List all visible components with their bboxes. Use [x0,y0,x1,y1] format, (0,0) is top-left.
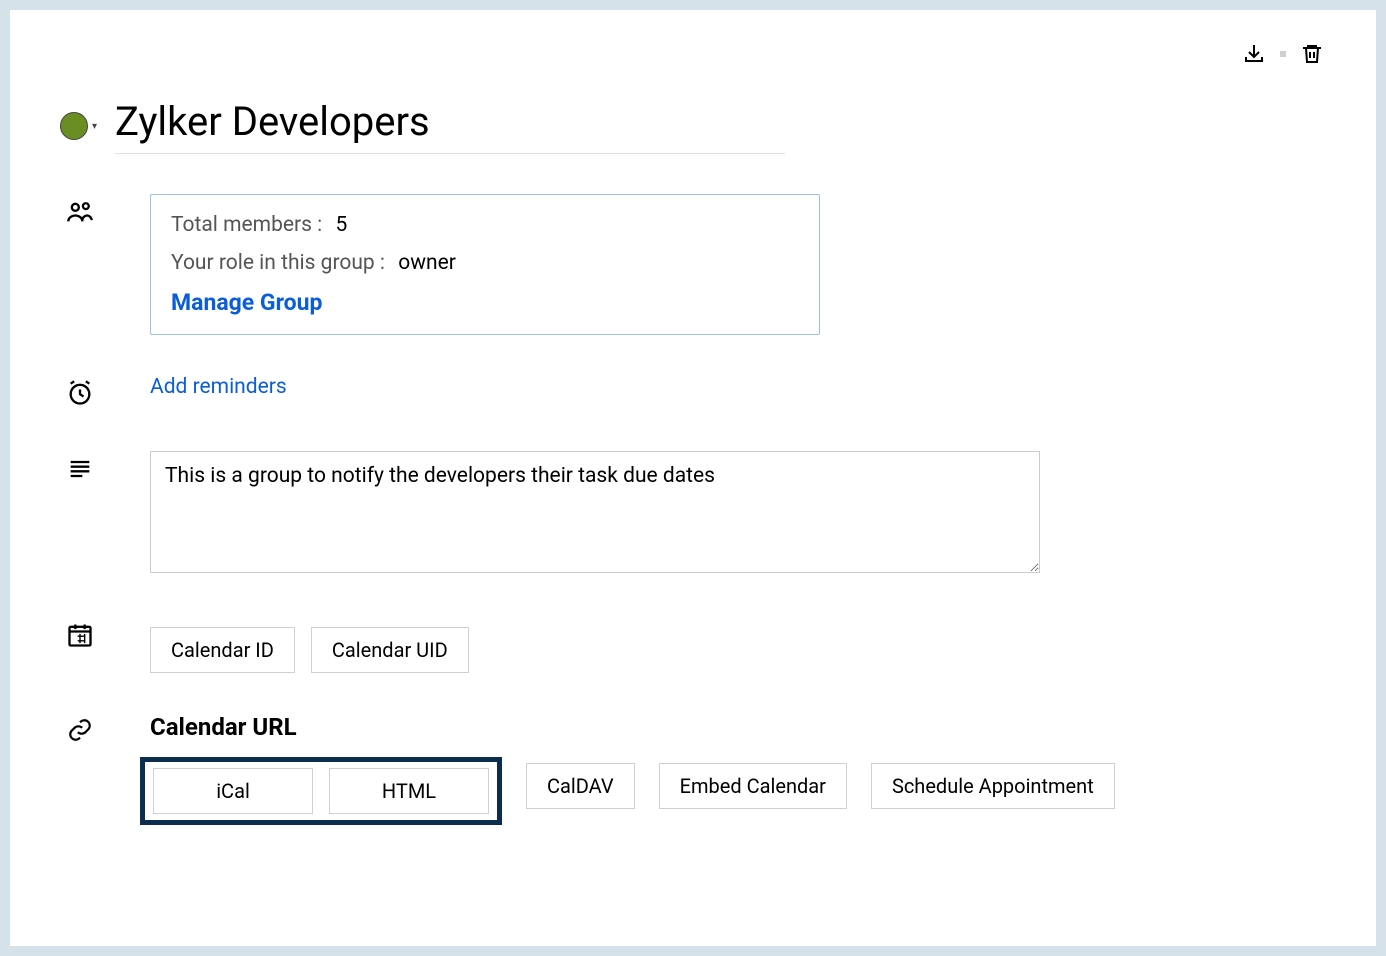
calendar-url-section: Calendar URL iCal HTML CalDAV Embed Cale… [60,713,1326,825]
members-label: Total members : [171,213,322,237]
role-label: Your role in this group : [171,251,385,275]
calendar-id-button[interactable]: Calendar ID [150,627,295,673]
chevron-down-icon: ▾ [92,121,97,132]
alarm-icon [66,379,94,411]
group-info-box: Total members : 5 Your role in this grou… [150,194,820,335]
calendar-uid-button[interactable]: Calendar UID [311,627,469,673]
members-line: Total members : 5 [171,213,799,237]
group-settings-page: ▾ Zylker Developers Total members : 5 [10,10,1376,946]
header-row: ▾ Zylker Developers [60,98,1326,154]
reminders-section: Add reminders [60,375,1326,411]
ical-button[interactable]: iCal [153,768,313,814]
color-picker[interactable]: ▾ [60,112,97,140]
top-actions [1240,40,1326,68]
group-info-section: Total members : 5 Your role in this grou… [60,194,1326,335]
separator-dot [1280,51,1286,57]
schedule-appointment-button[interactable]: Schedule Appointment [871,763,1115,809]
people-icon [66,198,94,230]
color-indicator-circle[interactable] [60,112,88,140]
caldav-button[interactable]: CalDAV [526,763,635,809]
link-icon [67,717,93,747]
members-value: 5 [335,213,347,237]
page-title: Zylker Developers [115,98,785,154]
trash-icon[interactable] [1298,40,1326,68]
calendar-url-heading: Calendar URL [150,713,1326,741]
description-section [60,451,1326,577]
highlighted-url-buttons: iCal HTML [140,757,502,825]
add-reminders-link[interactable]: Add reminders [150,375,287,399]
calendar-hash-icon [66,621,94,653]
role-value: owner [398,251,456,275]
lines-icon [66,455,94,487]
description-textarea[interactable] [150,451,1040,573]
download-icon[interactable] [1240,40,1268,68]
embed-calendar-button[interactable]: Embed Calendar [659,763,847,809]
calendar-ids-section: Calendar ID Calendar UID [60,617,1326,673]
manage-group-link[interactable]: Manage Group [171,289,322,316]
role-line: Your role in this group : owner [171,251,799,275]
html-button[interactable]: HTML [329,768,489,814]
